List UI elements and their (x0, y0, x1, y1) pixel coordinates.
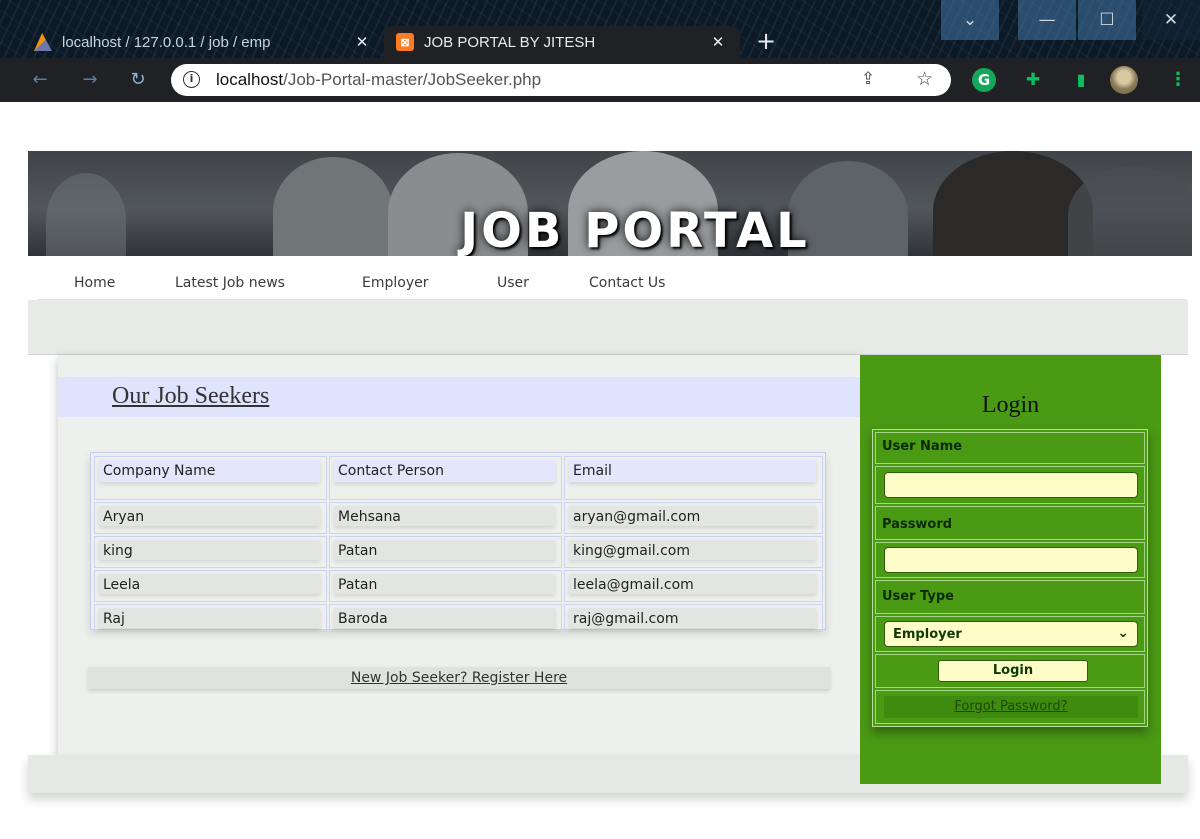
login-panel: Login User Name Password User Type Emplo… (860, 355, 1161, 784)
nav-home[interactable]: Home (74, 275, 115, 291)
grammarly-extension-icon[interactable]: G (972, 68, 996, 92)
forgot-row: Forgot Password? (875, 690, 1145, 724)
register-bar: New Job Seeker? Register Here (88, 667, 830, 689)
cell-text: Aryan (103, 509, 145, 525)
table-cell-company: Leela (94, 570, 327, 602)
login-button-row: Login (875, 654, 1145, 688)
browser-tabstrip: localhost / 127.0.0.1 / job / emp ✕ ⊠ JO… (0, 0, 1200, 58)
password-input[interactable] (884, 547, 1138, 573)
table-cell-company: king (94, 536, 327, 568)
column-header-label: Email (573, 463, 612, 479)
column-header-email: Email (564, 456, 823, 500)
window-close-icon[interactable]: ✕ (1142, 0, 1200, 40)
address-bar[interactable]: i localhost/Job-Portal-master/JobSeeker.… (171, 64, 951, 96)
tab-label: JOB PORTAL BY JITESH (424, 33, 596, 51)
cell-text: Leela (103, 577, 141, 593)
maximize-icon[interactable]: ☐ (1078, 0, 1136, 40)
register-link[interactable]: New Job Seeker? Register Here (351, 670, 567, 686)
table-cell-email: aryan@gmail.com (564, 502, 823, 534)
table-cell-contact: Baroda (329, 604, 562, 632)
reload-icon[interactable]: ↻ (124, 66, 152, 94)
cell-text: king@gmail.com (573, 543, 690, 559)
usertype-label: User Type (882, 589, 954, 604)
minimize-icon[interactable]: — (1018, 0, 1076, 40)
bookmark-star-icon[interactable]: ☆ (916, 68, 933, 90)
job-seekers-table: Company Name Contact Person Email Aryan … (90, 452, 826, 632)
forgot-password-link[interactable]: Forgot Password? (884, 696, 1138, 718)
table-cell-email: leela@gmail.com (564, 570, 823, 602)
browser-menu-icon[interactable]: ⋮ (1166, 68, 1190, 92)
nav-spacer-strip (28, 300, 1188, 355)
share-icon[interactable]: ⇪ (861, 69, 875, 89)
nav-user[interactable]: User (497, 275, 529, 291)
column-header-label: Contact Person (338, 463, 444, 479)
cell-text: aryan@gmail.com (573, 509, 701, 525)
login-form: User Name Password User Type Employer ⌄ … (872, 429, 1148, 727)
main-navigation: Home Latest Job news Employer User Conta… (37, 256, 1187, 300)
username-label-row: User Name (875, 432, 1145, 464)
usertype-label-row: User Type (875, 580, 1145, 614)
nav-latest-job-news[interactable]: Latest Job news (175, 275, 285, 291)
table-cell-contact: Patan (329, 570, 562, 602)
content-panel: Our Job Seekers Company Name Contact Per… (58, 355, 860, 755)
cell-text: raj@gmail.com (573, 611, 679, 627)
cell-text: king (103, 543, 133, 559)
usertype-select-row: Employer ⌄ (875, 616, 1145, 652)
tab-label: localhost / 127.0.0.1 / job / emp (62, 33, 271, 51)
cell-text: leela@gmail.com (573, 577, 694, 593)
url-text[interactable]: localhost/Job-Portal-master/JobSeeker.ph… (216, 70, 541, 90)
close-icon[interactable]: ✕ (352, 33, 372, 51)
cell-text: Baroda (338, 611, 388, 627)
section-title: Our Job Seekers (112, 383, 270, 409)
cell-text: Raj (103, 611, 125, 627)
usertype-selected-value: Employer (893, 627, 962, 642)
tab-search-icon[interactable]: ⌄ (941, 0, 999, 40)
new-tab-icon[interactable]: + (752, 28, 780, 56)
url-host: localhost (216, 70, 284, 89)
xampp-icon: ⊠ (396, 33, 414, 51)
phpmyadmin-icon (34, 33, 52, 51)
table-cell-company: Aryan (94, 502, 327, 534)
site-info-icon[interactable]: i (183, 71, 200, 88)
browser-tab-job-portal[interactable]: ⊠ JOB PORTAL BY JITESH ✕ (384, 26, 740, 58)
nav-contact-us[interactable]: Contact Us (589, 275, 665, 291)
nav-employer[interactable]: Employer (362, 275, 428, 291)
username-input-row (875, 466, 1145, 504)
chevron-down-icon: ⌄ (1117, 625, 1129, 641)
column-header-contact: Contact Person (329, 456, 562, 500)
cell-text: Patan (338, 577, 378, 593)
table-cell-email: raj@gmail.com (564, 604, 823, 632)
password-label: Password (882, 517, 953, 532)
forward-arrow-icon[interactable]: → (76, 66, 104, 94)
column-header-company: Company Name (94, 456, 327, 500)
url-path: /Job-Portal-master/JobSeeker.php (283, 70, 542, 89)
username-input[interactable] (884, 472, 1138, 498)
back-arrow-icon[interactable]: ← (26, 66, 54, 94)
browser-tab-phpmyadmin[interactable]: localhost / 127.0.0.1 / job / emp ✕ (22, 26, 384, 58)
extensions-puzzle-icon[interactable]: ✚ (1021, 68, 1045, 92)
password-label-row: Password (875, 506, 1145, 540)
login-title: Login (981, 392, 1040, 418)
usertype-select[interactable]: Employer ⌄ (884, 621, 1138, 647)
table-cell-contact: Patan (329, 536, 562, 568)
header-banner: JOB PORTAL (28, 151, 1192, 256)
column-header-label: Company Name (103, 463, 216, 479)
site-title: JOB PORTAL (460, 203, 810, 256)
side-panel-icon[interactable]: ▮ (1069, 68, 1093, 92)
table-cell-company: Raj (94, 604, 327, 632)
username-label: User Name (882, 439, 963, 454)
table-cell-email: king@gmail.com (564, 536, 823, 568)
login-button[interactable]: Login (938, 660, 1088, 682)
password-input-row (875, 542, 1145, 578)
cell-text: Patan (338, 543, 378, 559)
table-cell-contact: Mehsana (329, 502, 562, 534)
close-icon[interactable]: ✕ (708, 33, 728, 51)
browser-toolbar: ← → ↻ i localhost/Job-Portal-master/JobS… (0, 58, 1200, 102)
cell-text: Mehsana (338, 509, 401, 525)
section-header: Our Job Seekers (58, 377, 860, 417)
profile-avatar[interactable] (1110, 66, 1138, 94)
